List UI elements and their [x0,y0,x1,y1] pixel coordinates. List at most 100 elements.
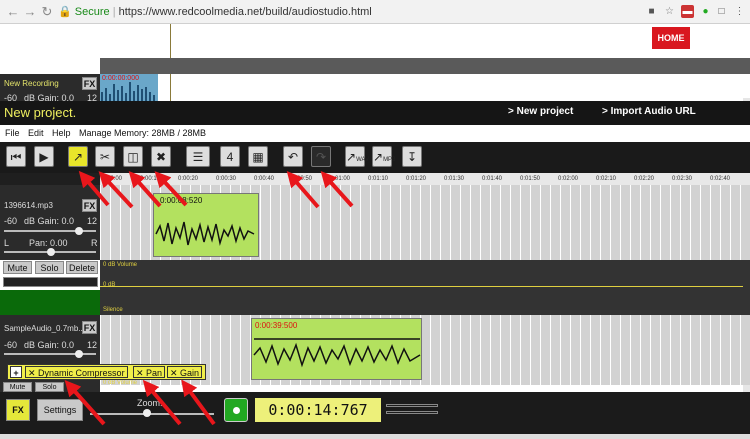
ruler-tick: 0:02:00 [558,176,579,182]
top-track-fx-button[interactable]: FX [82,77,97,90]
camera-icon[interactable]: ■ [645,5,658,18]
track1-clip-time: 0:00:08:520 [160,196,203,205]
menu-edit[interactable]: Edit [28,128,44,138]
automation-strip [100,260,750,315]
top-track-name: New Recording [4,79,59,88]
track2-mute-button[interactable]: Mute [3,382,32,392]
strip-zero-line [100,286,743,287]
export-mp3-icon[interactable]: ↗MP3 [372,146,396,167]
fx-pan[interactable]: ✕ Pan [133,366,166,378]
cut-icon[interactable]: ✂ [95,146,115,167]
fx-dynamic-compressor[interactable]: ✕ Dynamic Compressor [25,366,128,378]
url-text: https://www.redcoolmedia.net/build/audio… [118,6,372,18]
ruler-tick: 0:00:30 [216,176,237,182]
project-band [100,58,750,74]
track1-pan-knob[interactable] [47,248,55,256]
track1-waveform [155,221,255,246]
redo-icon[interactable]: ↷ [311,146,331,167]
zoom-knob[interactable] [143,409,151,417]
track1-pan-r: R [91,238,98,248]
fx-add-button[interactable]: + [10,366,22,378]
ruler-tick: 0:00:40 [254,176,275,182]
time-display: 0:00:14:767 [255,398,381,422]
fx-gain[interactable]: ✕ Gain [167,366,203,378]
forward-icon[interactable]: → [22,4,38,20]
film-icon[interactable]: ▦ [248,146,268,167]
skip-back-icon[interactable]: ⏮ [6,146,26,167]
home-underbar [660,49,692,58]
star-icon[interactable]: ☆ [663,5,676,18]
export-wav-icon[interactable]: ↗WAV [345,146,369,167]
play-icon[interactable]: ▶ [34,146,54,167]
export-mp3-label: MP3 [383,157,396,163]
track2-gain-label: dB Gain: 0.0 [24,340,75,350]
ruler-tick: 0:02:40 [710,176,731,182]
menu-manage-memory[interactable]: Manage Memory: 28MB / 28MB [79,128,206,138]
ruler-tick: 0:01:50 [520,176,541,182]
zoom-level-icon[interactable]: 4 [220,146,240,167]
track1-clip[interactable]: 0:00:08:520 [153,193,259,257]
select-tool-icon[interactable]: ↗ [68,146,88,167]
record-icon [233,407,240,414]
ruler-tick: 0:01:20 [406,176,427,182]
record-button[interactable] [224,398,248,422]
top-track-clip[interactable]: 0:00:00:000 [100,74,158,101]
top-track-waveform [101,82,155,101]
secure-label: Secure [74,6,110,18]
menu-file[interactable]: File [5,128,20,138]
ruler-tick: 0:02:20 [634,176,655,182]
track2-solo-button[interactable]: Solo [35,382,64,392]
ruler-tick: 0:00:50 [292,176,313,182]
track1-gain-label: dB Gain: 0.0 [24,216,75,226]
zoom-level-text: 4 [226,150,234,164]
delete-region-icon[interactable]: ✖ [151,146,171,167]
track2-waveform [253,338,421,368]
output-meter-left [386,404,438,407]
reload-icon[interactable]: ↻ [39,4,55,20]
new-project-link[interactable]: > New project [508,106,573,117]
split-icon[interactable]: ◫ [123,146,143,167]
extension-green-icon[interactable]: ● [699,5,712,18]
zoom-slider[interactable] [90,413,214,415]
extension-icon[interactable]: ▬ [681,5,694,18]
ruler-tick: 0:01:40 [482,176,503,182]
timeline-ruler[interactable]: 0:00:00 0:00:10 0:00:20 0:00:30 0:00:40 0:00:… [100,173,750,185]
master-fx-button[interactable]: FX [6,399,30,421]
track1-gain-min: -60 [4,216,18,226]
track1-delete-button[interactable]: Delete [66,261,98,274]
ruler-tick: 0:00:00 [102,176,123,182]
address-bar[interactable]: 🔒 Secure | https://www.redcoolmedia.net/… [58,3,658,21]
track2-clip[interactable]: 0:00:39:500 [251,318,422,380]
tracks-icon[interactable]: ☰ [186,146,210,167]
extension-doc-icon[interactable]: □ [715,5,728,18]
track1-name: 1396614.mp3 [4,201,53,210]
track1-solo-button[interactable]: Solo [35,261,64,274]
ruler-tick: 0:00:10 [140,176,161,182]
track1-mute-button[interactable]: Mute [3,261,32,274]
track1-fx-button[interactable]: FX [82,199,97,212]
track1-gain-knob[interactable] [75,227,83,235]
strip-silence: Silence [103,307,123,313]
track2-volume-label: 0 dB Volume [103,380,138,386]
menu-icon[interactable]: ⋮ [733,5,746,18]
lock-icon: 🔒 [58,6,72,18]
strip-zero-db: 0 dB [103,282,116,288]
ruler-tick: 0:00:20 [178,176,199,182]
menu-bar: File Edit Help Manage Memory: 28MB / 28M… [0,125,750,142]
track2-gain-knob[interactable] [75,350,83,358]
download-icon[interactable]: ↧ [402,146,422,167]
import-audio-link[interactable]: > Import Audio URL [602,106,696,117]
track2-fx-button[interactable]: FX [82,321,97,334]
track1-pan-l: L [4,238,10,248]
home-button[interactable]: HOME [652,27,690,49]
horizontal-scrollbar[interactable] [0,434,750,439]
settings-button[interactable]: Settings [37,399,83,421]
menu-help[interactable]: Help [52,128,71,138]
export-wav-label: WAV [356,157,370,163]
track1-green-strip [0,290,100,315]
undo-icon[interactable]: ↶ [283,146,303,167]
track1-level-meter [3,277,98,287]
track2-gain-max: 12 [87,340,98,350]
back-icon[interactable]: ← [5,4,21,20]
track2-gain-min: -60 [4,340,18,350]
